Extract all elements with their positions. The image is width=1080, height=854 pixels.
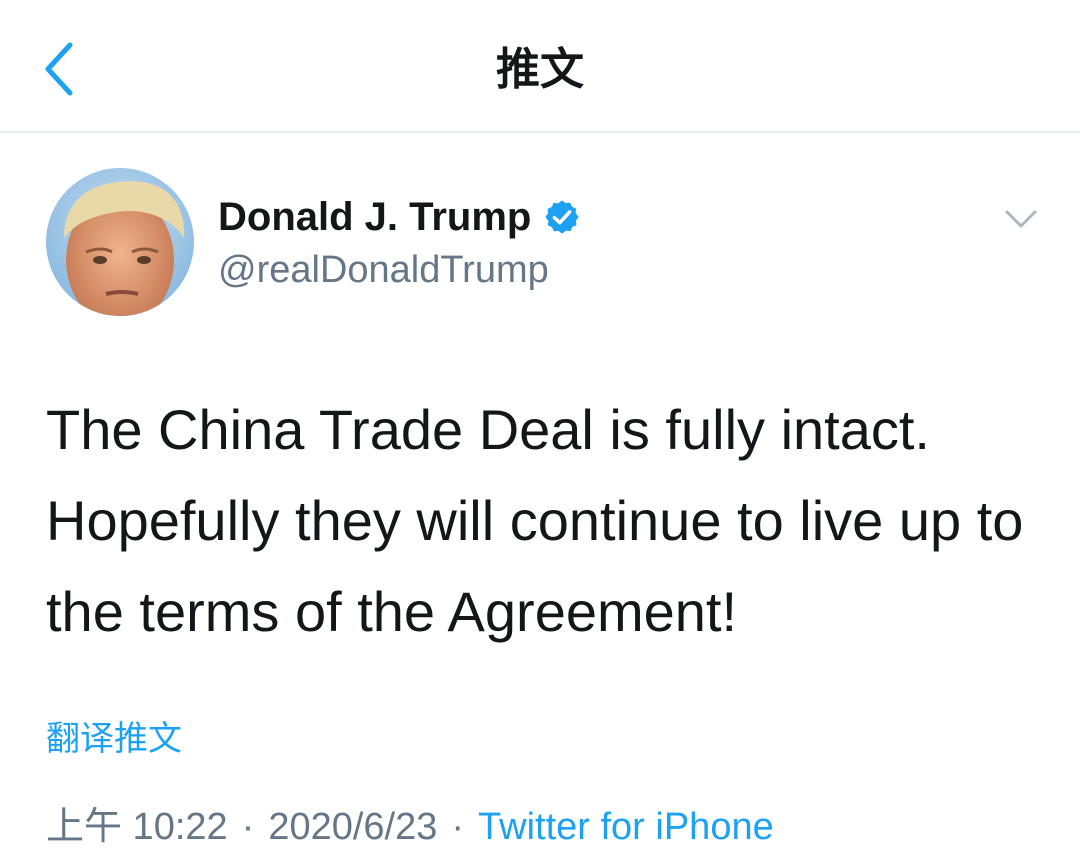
- tweet-date: 2020/6/23: [268, 806, 438, 848]
- translate-tweet-link[interactable]: 翻译推文: [46, 716, 182, 762]
- tweet-text: The China Trade Deal is fully intact. Ho…: [46, 398, 1024, 643]
- tweet-meta: 上午 10:22 · 2020/6/23 · Twitter for iPhone: [46, 800, 774, 854]
- more-options-button[interactable]: [994, 198, 1048, 240]
- chevron-down-icon: [1005, 210, 1037, 228]
- page-title: 推文: [496, 45, 584, 94]
- meta-separator: ·: [241, 806, 255, 848]
- nav-bar: 推文: [0, 0, 1080, 133]
- tweet-source-link[interactable]: Twitter for iPhone: [478, 806, 774, 848]
- meta-separator: ·: [451, 806, 465, 848]
- author-name-row[interactable]: Donald J. Trump: [218, 192, 581, 242]
- author-name[interactable]: Donald J. Trump: [218, 195, 531, 240]
- verified-badge-icon: [545, 200, 579, 234]
- avatar[interactable]: [46, 168, 194, 316]
- tweet-time: 上午 10:22: [46, 806, 228, 848]
- avatar-image: [46, 168, 194, 316]
- author-handle[interactable]: @realDonaldTrump: [218, 246, 549, 294]
